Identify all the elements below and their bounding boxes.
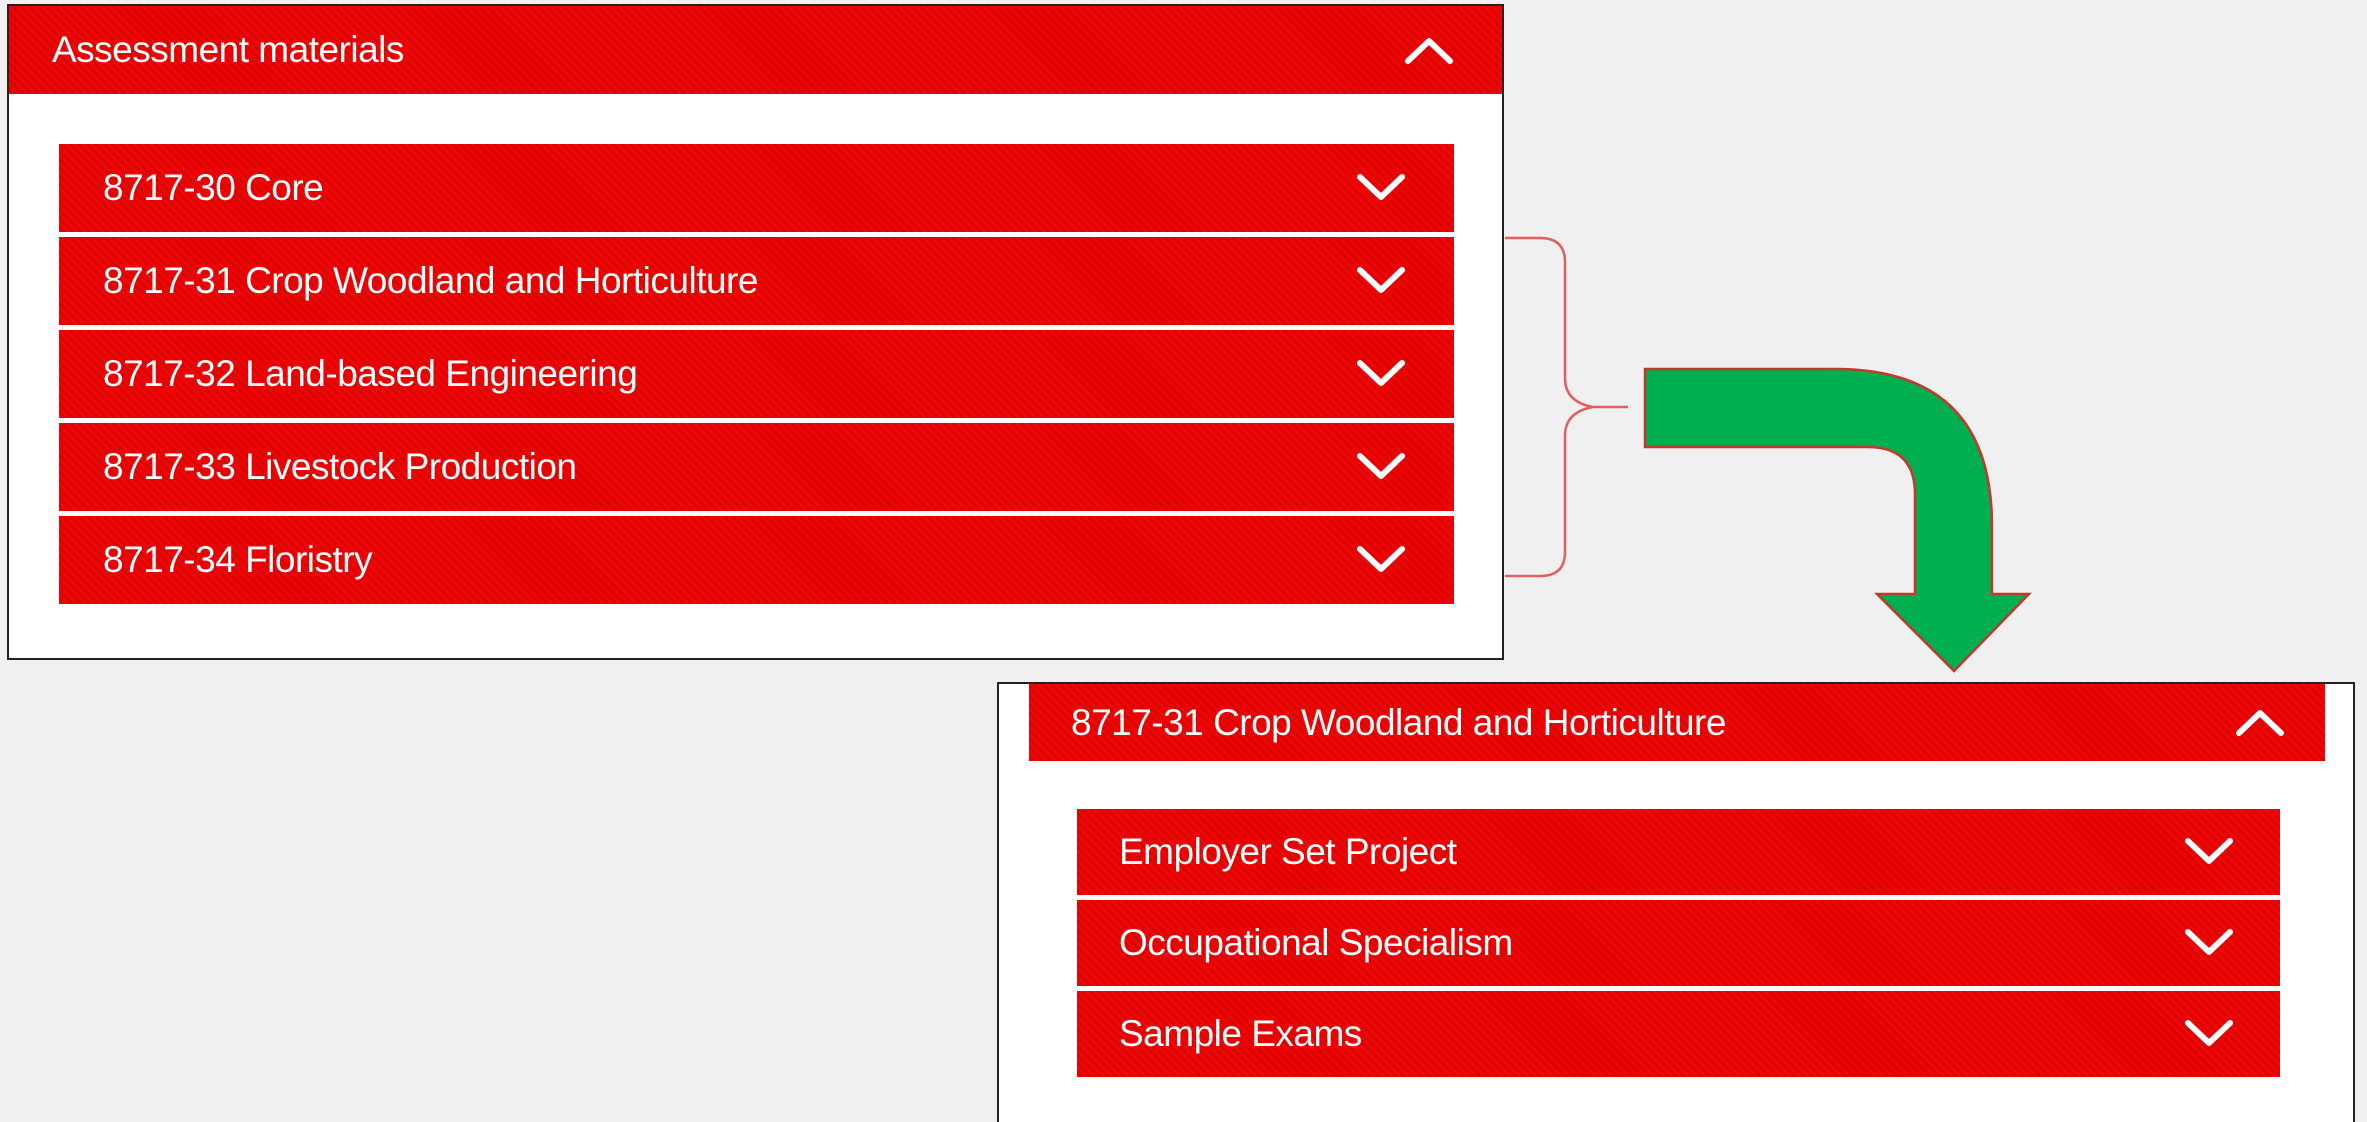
chevron-down-icon[interactable]	[1356, 352, 1406, 396]
accordion-item-label: Occupational Specialism	[1119, 922, 1513, 963]
assessment-materials-title: Assessment materials	[52, 29, 404, 70]
accordion-item-label: 8717-31 Crop Woodland and Horticulture	[103, 260, 758, 301]
chevron-down-icon[interactable]	[1356, 445, 1406, 489]
chevron-down-icon[interactable]	[1356, 259, 1406, 303]
crop-woodland-horticulture-panel: 8717-31 Crop Woodland and Horticulture E…	[997, 682, 2355, 1122]
crop-woodland-horticulture-header[interactable]: 8717-31 Crop Woodland and Horticulture	[1029, 684, 2325, 761]
assessment-materials-panel: Assessment materials 8717-30 Core 8717-3…	[7, 4, 1504, 660]
accordion-item-label: 8717-34 Floristry	[103, 539, 373, 580]
accordion-item-8717-32[interactable]: 8717-32 Land-based Engineering	[59, 330, 1454, 418]
chevron-down-icon[interactable]	[2184, 830, 2234, 874]
accordion-item-employer-set-project[interactable]: Employer Set Project	[1077, 809, 2280, 895]
crop-woodland-horticulture-title: 8717-31 Crop Woodland and Horticulture	[1071, 701, 1726, 743]
chevron-down-icon[interactable]	[2184, 1012, 2234, 1056]
accordion-item-8717-31[interactable]: 8717-31 Crop Woodland and Horticulture	[59, 237, 1454, 325]
accordion-item-label: 8717-33 Livestock Production	[103, 446, 577, 487]
accordion-item-label: Employer Set Project	[1119, 831, 1457, 872]
accordion-item-occupational-specialism[interactable]: Occupational Specialism	[1077, 900, 2280, 986]
chevron-down-icon[interactable]	[2184, 921, 2234, 965]
accordion-item-label: 8717-32 Land-based Engineering	[103, 353, 638, 394]
accordion-item-8717-33[interactable]: 8717-33 Livestock Production	[59, 423, 1454, 511]
accordion-item-label: 8717-30 Core	[103, 167, 324, 208]
chevron-up-icon[interactable]	[2235, 700, 2285, 744]
accordion-item-8717-30[interactable]: 8717-30 Core	[59, 144, 1454, 232]
accordion-item-sample-exams[interactable]: Sample Exams	[1077, 991, 2280, 1077]
assessment-materials-header[interactable]: Assessment materials	[9, 6, 1502, 94]
accordion-item-label: Sample Exams	[1119, 1013, 1362, 1054]
chevron-up-icon[interactable]	[1404, 28, 1454, 72]
bracket-annotation	[1505, 236, 1628, 578]
accordion-item-8717-34[interactable]: 8717-34 Floristry	[59, 516, 1454, 604]
chevron-down-icon[interactable]	[1356, 538, 1406, 582]
chevron-down-icon[interactable]	[1356, 166, 1406, 210]
bent-arrow-icon	[1643, 367, 2032, 673]
